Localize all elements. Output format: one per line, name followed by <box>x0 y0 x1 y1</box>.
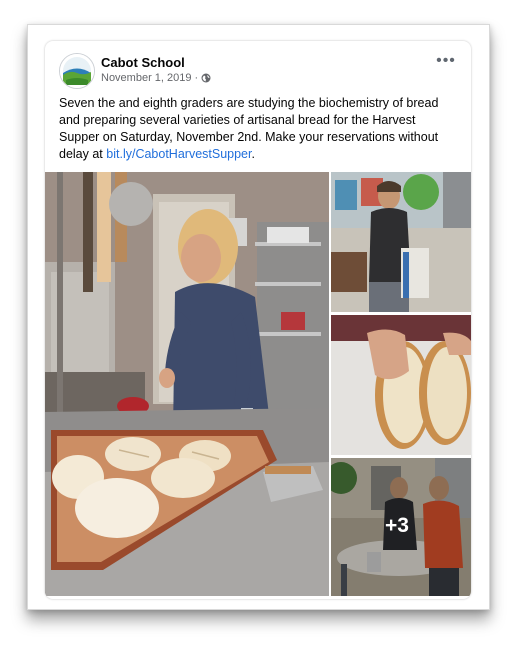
harvest-supper-link[interactable]: bit.ly/CabotHarvestSupper <box>106 147 251 161</box>
side-photo-3[interactable]: +3 <box>331 458 471 596</box>
sliced-bread-loaf-photo <box>331 315 471 455</box>
cabot-logo-icon <box>60 54 94 88</box>
photo-grid: +3 <box>45 172 471 599</box>
side-photo-2[interactable] <box>331 315 471 455</box>
more-photos-count[interactable]: +3 <box>385 514 409 538</box>
boy-working-in-kitchen-photo <box>331 172 471 312</box>
girl-scoring-bread-dough-photo <box>45 172 329 596</box>
page-name[interactable]: Cabot School <box>101 55 185 70</box>
main-photo[interactable] <box>45 172 329 596</box>
screenshot-frame: Cabot School November 1, 2019 · ••• Seve… <box>27 24 490 610</box>
page-avatar[interactable] <box>59 53 95 89</box>
side-photo-1[interactable] <box>331 172 471 312</box>
post-date[interactable]: November 1, 2019 <box>101 72 192 84</box>
more-options-icon[interactable]: ••• <box>435 53 457 71</box>
meta-separator: · <box>194 72 199 84</box>
globe-icon[interactable] <box>201 73 211 83</box>
post-text-end: . <box>251 147 255 161</box>
post-meta: November 1, 2019 · <box>101 72 211 84</box>
post-header: Cabot School November 1, 2019 · ••• <box>59 53 457 89</box>
post-text: Seven the and eighth graders are studyin… <box>59 95 459 163</box>
facebook-post-card: Cabot School November 1, 2019 · ••• Seve… <box>45 41 471 599</box>
